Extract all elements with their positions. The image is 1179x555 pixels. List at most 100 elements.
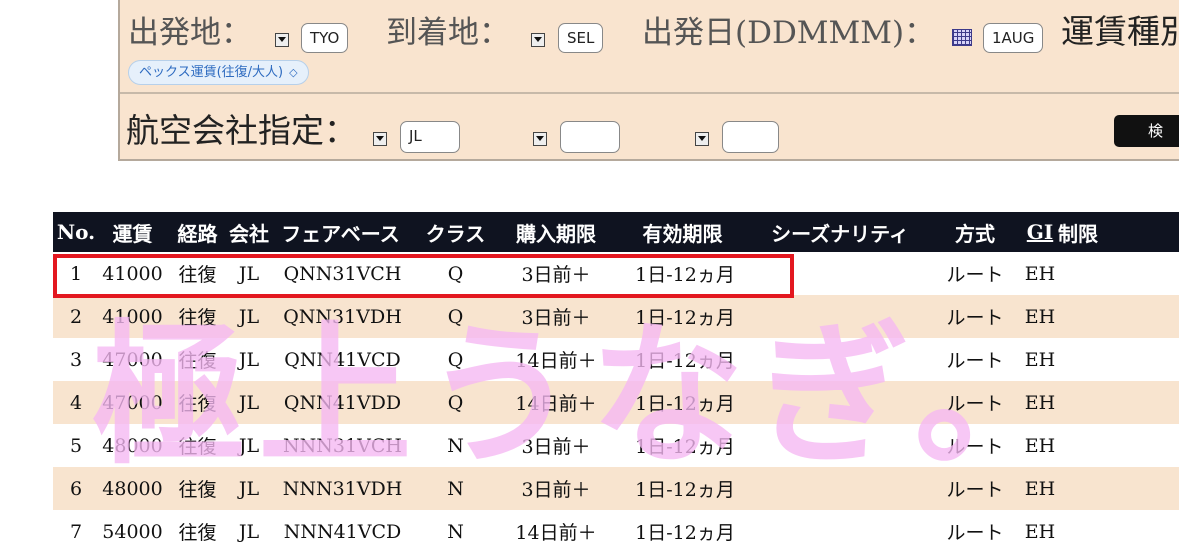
cell-gi: EH [1022,424,1058,467]
cell-method: ルート [928,467,1022,510]
fare-results-table: No. 運賃 経路 会社 フェアベース クラス 購入期限 有効期限 シーズナリテ… [53,212,1179,553]
cell-seasonality [752,381,928,424]
cell-class: Q [412,295,499,338]
search-panel: 出発地： TYO 到着地： SEL 出発日(DDMMM)： 1AUG 運賃種別 … [118,0,1179,161]
fare-type-label: 運賃種別 [1061,12,1179,51]
cell-purchase-deadline: 3日前＋ [499,295,613,338]
destination-input[interactable]: SEL [558,23,604,53]
cell-gi: EH [1022,338,1058,381]
airline-1-input[interactable]: JL [400,121,460,153]
cell-airline: JL [229,424,269,467]
cell-validity: 1日-12ヵ月 [613,424,752,467]
airline-1-dropdown-icon[interactable] [373,132,387,146]
cell-no: 6 [53,467,99,510]
table-row[interactable]: 6 48000 往復 JL NNN31VDH N 3日前＋ 1日-12ヵ月 ルー… [53,467,1179,510]
cell-purchase-deadline: 3日前＋ [499,252,613,295]
cell-method: ルート [928,295,1022,338]
chevron-updown-icon: ◇ [289,66,298,79]
cell-method: ルート [928,510,1022,553]
cell-method: ルート [928,338,1022,381]
cell-seasonality [752,424,928,467]
col-method: 方式 [928,212,1022,252]
airline-3-dropdown-icon[interactable] [695,132,709,146]
cell-gi: EH [1022,252,1058,295]
cell-validity: 1日-12ヵ月 [613,252,752,295]
search-button[interactable]: 検 [1114,115,1179,147]
airline-3-input[interactable] [722,121,779,153]
cell-fare-basis: NNN31VCH [269,424,412,467]
cell-restriction [1058,510,1179,553]
cell-airline: JL [229,338,269,381]
cell-purchase-deadline: 14日前＋ [499,510,613,553]
table-header-row: No. 運賃 経路 会社 フェアベース クラス 購入期限 有効期限 シーズナリテ… [53,212,1179,252]
airline-2-input[interactable] [560,121,620,153]
cell-method: ルート [928,424,1022,467]
cell-route: 往復 [166,295,229,338]
cell-gi: EH [1022,467,1058,510]
table-row[interactable]: 3 47000 往復 JL QNN41VCD Q 14日前＋ 1日-12ヵ月 ル… [53,338,1179,381]
cell-class: Q [412,381,499,424]
destination-label: 到着地： [386,15,510,51]
cell-seasonality [752,338,928,381]
table-row[interactable]: 7 54000 往復 JL NNN41VCD N 14日前＋ 1日-12ヵ月 ル… [53,510,1179,553]
cell-seasonality [752,252,928,295]
cell-method: ルート [928,252,1022,295]
col-gi-link[interactable]: GI [1022,212,1058,252]
cell-no: 7 [53,510,99,553]
cell-fare-basis: QNN41VDD [269,381,412,424]
cell-fare: 41000 [99,252,166,295]
cell-seasonality [752,295,928,338]
col-restriction: 制限 [1058,212,1179,252]
cell-purchase-deadline: 14日前＋ [499,338,613,381]
cell-class: Q [412,338,499,381]
cell-restriction [1058,252,1179,295]
cell-fare-basis: QNN31VCH [269,252,412,295]
col-route: 経路 [166,212,229,252]
table-row[interactable]: 4 47000 往復 JL QNN41VDD Q 14日前＋ 1日-12ヵ月 ル… [53,381,1179,424]
col-airline: 会社 [229,212,269,252]
cell-class: Q [412,252,499,295]
col-fare-basis: フェアベース [269,212,412,252]
cell-no: 3 [53,338,99,381]
origin-dropdown-icon[interactable] [275,33,289,47]
cell-fare: 47000 [99,338,166,381]
destination-dropdown-icon[interactable] [531,33,545,47]
table-row[interactable]: 2 41000 往復 JL QNN31VDH Q 3日前＋ 1日-12ヵ月 ルー… [53,295,1179,338]
cell-restriction [1058,381,1179,424]
cell-fare-basis: QNN41VCD [269,338,412,381]
date-input[interactable]: 1AUG [983,23,1044,53]
cell-airline: JL [229,252,269,295]
cell-fare-basis: NNN31VDH [269,467,412,510]
col-validity: 有効期限 [613,212,752,252]
cell-method: ルート [928,381,1022,424]
cell-validity: 1日-12ヵ月 [613,467,752,510]
cell-route: 往復 [166,381,229,424]
cell-fare: 48000 [99,467,166,510]
cell-fare-basis: QNN31VDH [269,295,412,338]
cell-gi: EH [1022,510,1058,553]
calendar-icon[interactable] [952,29,972,46]
cell-no: 5 [53,424,99,467]
cell-validity: 1日-12ヵ月 [613,510,752,553]
cell-fare-basis: NNN41VCD [269,510,412,553]
cell-no: 4 [53,381,99,424]
cell-route: 往復 [166,252,229,295]
table-row[interactable]: 5 48000 往復 JL NNN31VCH N 3日前＋ 1日-12ヵ月 ルー… [53,424,1179,467]
cell-no: 1 [53,252,99,295]
cell-gi: EH [1022,381,1058,424]
cell-fare: 48000 [99,424,166,467]
cell-airline: JL [229,510,269,553]
cell-route: 往復 [166,467,229,510]
cell-airline: JL [229,467,269,510]
fare-type-value: ペックス運賃(往復/大人) [139,65,284,80]
panel-divider [120,92,1179,94]
airline-2-dropdown-icon[interactable] [533,132,547,146]
col-no: No. [53,212,99,252]
cell-validity: 1日-12ヵ月 [613,338,752,381]
col-fare: 運賃 [99,212,166,252]
table-row[interactable]: 1 41000 往復 JL QNN31VCH Q 3日前＋ 1日-12ヵ月 ルー… [53,252,1179,295]
cell-restriction [1058,424,1179,467]
origin-input[interactable]: TYO [301,23,349,53]
fare-type-select[interactable]: ペックス運賃(往復/大人) ◇ [128,60,309,85]
cell-seasonality [752,510,928,553]
